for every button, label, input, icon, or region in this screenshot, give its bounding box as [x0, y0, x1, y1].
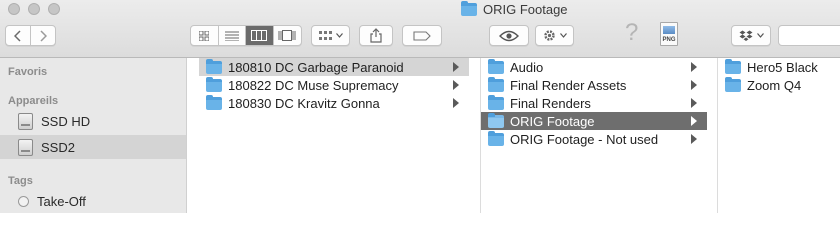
item-label: Audio — [510, 59, 544, 75]
sidebar-item-label: SSD2 — [41, 139, 75, 155]
back-button[interactable] — [6, 26, 31, 45]
zoom-window-button[interactable] — [48, 3, 60, 15]
group-by-icon — [318, 30, 332, 40]
disclosure-arrow-icon — [453, 62, 459, 72]
folder-icon — [488, 58, 504, 74]
sidebar-item-ssd2[interactable]: SSD2 — [0, 135, 186, 159]
column-view-button[interactable] — [246, 26, 274, 45]
gallery-icon — [278, 30, 296, 41]
png-file-icon[interactable]: PNG — [660, 22, 678, 46]
sidebar-heading-devices: Appareils — [8, 95, 59, 107]
folder-icon — [488, 94, 504, 110]
sidebar-heading-tags: Tags — [8, 175, 33, 187]
png-badge: PNG — [662, 37, 676, 43]
item-label: Zoom Q4 — [747, 77, 802, 93]
list-item[interactable]: Audio — [481, 58, 707, 76]
action-menu-button[interactable] — [535, 25, 574, 46]
list-item[interactable]: Hero5 Black — [718, 58, 840, 76]
chevron-down-icon — [335, 33, 343, 38]
browser-column-2: Audio Final Render Assets Final Renders … — [481, 58, 718, 213]
folder-icon — [461, 0, 477, 16]
sidebar: Favoris Appareils SSD HD SSD2 Tags Take-… — [0, 58, 187, 213]
back-forward-control — [5, 25, 56, 46]
list-item[interactable]: 180810 DC Garbage Paranoid — [199, 58, 469, 76]
gear-icon — [543, 30, 555, 41]
gallery-view-button[interactable] — [274, 26, 301, 45]
folder-icon — [725, 76, 741, 92]
disclosure-arrow-icon — [691, 62, 697, 72]
tag-icon — [413, 30, 431, 41]
disclosure-arrow-icon — [691, 116, 697, 126]
quick-look-button[interactable] — [489, 25, 529, 46]
folder-icon — [206, 94, 222, 110]
window-controls — [8, 3, 60, 15]
view-mode-control — [190, 25, 302, 46]
folder-icon — [488, 76, 504, 92]
disclosure-arrow-icon — [691, 98, 697, 108]
chevron-down-icon — [559, 33, 567, 38]
question-mark-icon[interactable]: ? — [625, 19, 638, 47]
window-title-text: ORIG Footage — [483, 1, 568, 17]
sidebar-item-ssd-hd[interactable]: SSD HD — [0, 109, 186, 133]
hard-drive-icon — [18, 112, 33, 130]
close-window-button[interactable] — [8, 3, 20, 15]
tag-dot-icon — [18, 195, 29, 207]
disclosure-arrow-icon — [453, 98, 459, 108]
list-item[interactable]: 180822 DC Muse Supremacy — [199, 76, 469, 94]
disclosure-arrow-icon — [691, 80, 697, 90]
forward-button[interactable] — [31, 26, 55, 45]
edit-tags-button[interactable] — [402, 25, 442, 46]
folder-icon — [206, 58, 222, 74]
dropbox-button[interactable] — [731, 25, 771, 46]
list-item[interactable]: 180830 DC Kravitz Gonna — [199, 94, 469, 112]
window-title: ORIG Footage — [461, 0, 568, 17]
list-icon — [224, 31, 239, 41]
eye-icon — [499, 30, 519, 41]
browser-column-1: 180810 DC Garbage Paranoid 180822 DC Mus… — [199, 58, 481, 213]
disclosure-arrow-icon — [691, 134, 697, 144]
item-label: Final Render Assets — [510, 77, 627, 93]
minimize-window-button[interactable] — [28, 3, 40, 15]
folder-icon — [488, 130, 504, 146]
icon-view-button[interactable] — [191, 26, 219, 45]
list-view-button[interactable] — [219, 26, 246, 45]
list-item-selected[interactable]: ORIG Footage — [481, 112, 707, 130]
hard-drive-icon — [18, 138, 33, 156]
list-item[interactable]: Zoom Q4 — [718, 76, 840, 94]
folder-icon — [488, 112, 504, 128]
icon-grid-icon — [199, 30, 210, 41]
list-item[interactable]: ORIG Footage - Not used — [481, 130, 707, 148]
sidebar-heading-favorites: Favoris — [8, 66, 48, 78]
chevron-right-icon — [40, 29, 47, 42]
folder-icon — [725, 58, 741, 74]
item-label: 180830 DC Kravitz Gonna — [228, 95, 380, 111]
item-label: Hero5 Black — [747, 59, 818, 75]
folder-icon — [206, 76, 222, 92]
list-item[interactable]: Final Render Assets — [481, 76, 707, 94]
chevron-down-icon — [756, 33, 764, 38]
group-by-button[interactable] — [311, 25, 350, 46]
item-label: Final Renders — [510, 95, 591, 111]
item-label: ORIG Footage — [510, 113, 595, 129]
sidebar-item-label: SSD HD — [41, 113, 91, 129]
item-label: 180822 DC Muse Supremacy — [228, 77, 399, 93]
columns-icon — [251, 30, 268, 41]
toolbar: ORIG Footage ? PNG — [0, 0, 840, 58]
disclosure-arrow-icon — [453, 80, 459, 90]
chevron-left-icon — [13, 29, 21, 42]
item-label: 180810 DC Garbage Paranoid — [228, 59, 404, 75]
dropbox-icon — [739, 30, 752, 41]
search-input[interactable] — [778, 25, 840, 46]
share-button[interactable] — [359, 25, 393, 46]
item-label: ORIG Footage - Not used — [510, 131, 659, 147]
sidebar-item-label: Take-Off — [37, 193, 86, 209]
share-icon — [370, 28, 382, 43]
browser-column-3: Hero5 Black Zoom Q4 — [718, 58, 840, 213]
sidebar-item-tag-take-off[interactable]: Take-Off — [0, 189, 186, 213]
list-item[interactable]: Final Renders — [481, 94, 707, 112]
